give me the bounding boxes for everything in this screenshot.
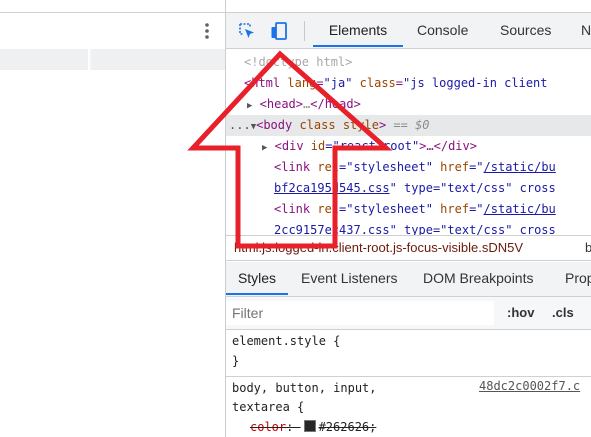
body-eq-ref: == $0 <box>386 118 430 132</box>
tab-event-listeners[interactable]: Event Listeners <box>301 262 398 295</box>
html-tag: html <box>251 76 281 90</box>
tab-styles[interactable]: Styles <box>226 262 288 295</box>
link2-open: <link <box>274 202 311 216</box>
page-strip <box>0 49 225 70</box>
head-open: <head> <box>259 97 304 111</box>
head-close: </head> <box>310 97 361 111</box>
styles-rules: element.style { } body, button, input, 4… <box>226 330 591 437</box>
html-lang-val: "ja" <box>323 76 353 90</box>
dom-doctype[interactable]: <!doctype html> <box>244 52 352 73</box>
strip-cell <box>0 49 90 70</box>
link2-href-attr: href <box>432 202 470 216</box>
link1-href-link[interactable]: /static/bu <box>484 160 556 174</box>
dom-html-node[interactable]: <html lang="ja" class="js logged-in clie… <box>244 73 548 94</box>
rule-selector-cont[interactable]: textarea { <box>232 398 304 416</box>
link1-href-eq: =" <box>469 160 484 174</box>
link2-rel-val: ="stylesheet" <box>339 202 433 216</box>
tab-properties[interactable]: Prop <box>565 262 591 295</box>
dom-link-node-2-cont[interactable]: 2cc9157ec437.css" type="text/css" cross <box>274 220 556 235</box>
inspect-cursor-icon[interactable] <box>238 22 256 40</box>
dom-body-node-selected[interactable]: ...▼<body class style> == $0 <box>226 115 591 136</box>
devtools-tabbar: Elements Console Sources N <box>226 12 591 49</box>
link1-href-attr: href <box>432 160 470 174</box>
div-end: >…</div> <box>419 139 477 153</box>
page-toolbar <box>0 12 225 50</box>
body-style-attr: style <box>335 118 379 132</box>
dom-div-node[interactable]: ▶ <div id="react-root">…</div> <box>262 136 477 157</box>
property-value: #262626; <box>318 420 377 434</box>
vertical-dots-icon[interactable] <box>205 22 209 40</box>
link2-href-eq: =" <box>469 202 484 216</box>
element-style-selector[interactable]: element.style { <box>232 332 340 350</box>
cls-toggle[interactable]: .cls <box>552 297 574 329</box>
devtools-panel: Elements Console Sources N <!doctype htm… <box>226 0 591 437</box>
dom-tree: <!doctype html> <html lang="ja" class="j… <box>226 49 591 235</box>
breadcrumb: html.js.logged-in.client-root.js-focus-v… <box>226 235 591 261</box>
styles-filter-row: :hov .cls <box>226 297 591 330</box>
link2-rest: " type="text/css" cross <box>389 223 556 235</box>
link1-rest: " type="text/css" cross <box>389 181 556 195</box>
rule-source-link[interactable]: 48dc2c0002f7.c <box>479 379 580 393</box>
div-open: <div <box>274 139 304 153</box>
link1-rel-attr: rel <box>310 160 340 174</box>
body-class-attr: class <box>292 118 336 132</box>
link2-href-link[interactable]: /static/bu <box>484 202 556 216</box>
link1-rel-val: ="stylesheet" <box>339 160 433 174</box>
tab-network[interactable]: N <box>581 13 591 47</box>
styles-tabbar: Styles Event Listeners DOM Breakpoints P… <box>226 262 591 297</box>
dom-link-node-2[interactable]: <link rel="stylesheet" href="/static/bu <box>274 199 556 220</box>
tab-elements[interactable]: Elements <box>313 13 403 47</box>
html-class-attr: class <box>359 76 396 90</box>
strip-cell <box>92 49 225 70</box>
hov-toggle[interactable]: :hov <box>507 297 534 329</box>
toolbar-divider <box>304 21 305 41</box>
link2-file-link[interactable]: 2cc9157ec437.css <box>274 223 390 235</box>
breadcrumb-body-item[interactable]: b <box>585 236 591 260</box>
body-dots: ... <box>229 118 251 132</box>
rule-divider <box>226 376 591 377</box>
device-toolbar-icon[interactable] <box>270 22 288 40</box>
html-lang-attr: lang <box>287 76 317 90</box>
tab-dom-breakpoints[interactable]: DOM Breakpoints <box>423 262 533 295</box>
rule-selector[interactable]: body, button, input, <box>232 379 377 397</box>
expand-triangle-icon[interactable]: ▶ <box>262 143 267 153</box>
color-swatch-icon[interactable] <box>303 420 316 432</box>
link1-open: <link <box>274 160 311 174</box>
div-id-attr: id <box>303 139 326 153</box>
link2-rel-attr: rel <box>310 202 340 216</box>
breadcrumb-html-item[interactable]: html.js.logged-in.client-root.js-focus-v… <box>234 236 523 260</box>
dom-link-node-1[interactable]: <link rel="stylesheet" href="/static/bu <box>274 157 556 178</box>
div-id-val: ="react-root" <box>325 139 420 153</box>
link1-file-link[interactable]: bf2ca195d545.css <box>274 181 390 195</box>
property-name: color <box>250 420 287 434</box>
property-colon: : <box>286 420 301 434</box>
overridden-property[interactable]: color: #262626; <box>250 418 376 436</box>
styles-filter-input[interactable] <box>226 301 494 325</box>
page-viewport <box>0 0 226 437</box>
body-open: <body <box>256 118 293 132</box>
expand-triangle-icon[interactable]: ▶ <box>247 101 252 111</box>
element-style-close: } <box>232 354 240 368</box>
tab-sources[interactable]: Sources <box>500 13 551 47</box>
dom-link-node-1-cont[interactable]: bf2ca195d545.css" type="text/css" cross <box>274 178 556 199</box>
doctype-text: <!doctype html> <box>244 55 353 69</box>
html-class-val: "js logged-in client <box>403 76 548 90</box>
tab-console[interactable]: Console <box>417 13 468 47</box>
dom-head-node[interactable]: ▶ <head>…</head> <box>247 94 361 115</box>
